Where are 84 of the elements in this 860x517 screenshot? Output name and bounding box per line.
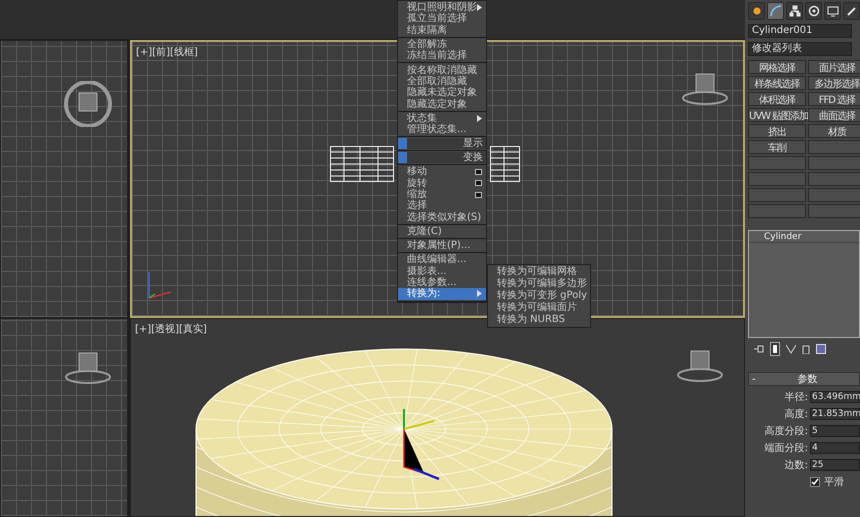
menu-item[interactable]: 隐藏未选定对象	[398, 87, 486, 98]
menu-item[interactable]: 全部取消隐藏	[398, 76, 486, 88]
modifier-button[interactable]: 样条线选择	[748, 76, 806, 90]
parameter-field[interactable]: 25	[810, 458, 860, 470]
panel-tab[interactable]	[748, 2, 765, 20]
menu-item[interactable]: 缩放	[398, 188, 486, 200]
wireframe-drawing	[330, 146, 394, 182]
hierarchy-icon[interactable]	[788, 5, 800, 17]
parameter-field[interactable]: 63.496mm	[810, 390, 860, 402]
modifier-button[interactable]: 体积选择	[748, 92, 806, 106]
panel-tab[interactable]	[805, 2, 822, 20]
parameter-field[interactable]: 4	[810, 442, 860, 454]
parameter-label: 高度:	[784, 408, 808, 420]
parameter-field[interactable]: 5	[810, 424, 860, 436]
caret-icon	[477, 4, 482, 12]
menu-header: 变换	[398, 152, 486, 164]
modifier-button[interactable]: FFD 选择	[808, 92, 860, 106]
settings-box-icon[interactable]	[475, 192, 482, 198]
pin-icon[interactable]	[754, 345, 764, 353]
caret-icon	[477, 114, 482, 122]
menu-item[interactable]: 隐藏选定对象	[398, 98, 486, 110]
settings-box-icon[interactable]	[475, 180, 482, 186]
smooth-checkbox[interactable]	[810, 476, 820, 486]
menu-item[interactable]: 连线参数...	[398, 276, 486, 288]
menu-item[interactable]: 转换为可编辑网格	[488, 266, 590, 278]
circle-icon[interactable]	[808, 5, 820, 17]
viewcube-ring-icon[interactable]	[63, 81, 113, 127]
menu-item[interactable]: 视口照明和阴影	[398, 2, 486, 14]
modifier-button[interactable]: 网格选择	[748, 60, 806, 74]
rollout-title: 参数	[796, 372, 818, 386]
menu-item[interactable]: 全部解冻	[398, 38, 486, 50]
panel-tab[interactable]	[767, 2, 784, 20]
viewport-label[interactable]: [+][透视][真实]	[135, 322, 207, 336]
modifier-button[interactable]: 车削	[748, 140, 806, 154]
menu-item[interactable]: 结束隔离	[398, 24, 486, 36]
parameter-label: 半径:	[784, 390, 808, 404]
menu-item[interactable]: 曲线编辑器...	[398, 254, 486, 266]
menu-item[interactable]: 转换为 NURBS	[488, 314, 590, 326]
menu-item[interactable]: 选择类似对象(S)	[398, 211, 486, 223]
configure-icon[interactable]	[816, 344, 826, 354]
sun-icon[interactable]	[750, 5, 762, 17]
modifier-list-dropdown[interactable]: 修改器列表	[748, 42, 852, 56]
caret-icon	[477, 290, 482, 298]
rollout-header[interactable]: - 参数	[748, 372, 860, 386]
menu-header: 显示	[398, 138, 486, 150]
menu-item[interactable]: 转换为可编辑多边形	[488, 278, 590, 290]
menu-item[interactable]: 摄影表...	[398, 266, 486, 277]
menu-item[interactable]: 管理状态集...	[398, 124, 486, 136]
panel-tab[interactable]	[786, 2, 803, 20]
modifier-button[interactable]: UVW 贴图添加	[748, 108, 806, 122]
menu-item[interactable]: 克隆(C)	[398, 226, 486, 238]
modifier-button[interactable]: 面片选择	[808, 60, 860, 74]
panel-tab[interactable]	[824, 2, 841, 20]
checkbox-label: 平滑	[824, 476, 844, 488]
menu-item[interactable]: 状态集	[398, 112, 486, 124]
menu-item[interactable]: 移动	[398, 166, 486, 178]
panel-tab[interactable]	[843, 2, 860, 20]
parameter-field[interactable]: 21.853mm	[810, 408, 860, 420]
collapse-toggle[interactable]: -	[749, 374, 756, 384]
menu-item[interactable]: 对象属性(P)...	[398, 240, 486, 252]
menu-item[interactable]: 旋转	[398, 178, 486, 189]
parameter-label: 高度分段:	[764, 424, 808, 438]
modifier-button[interactable]: 曲面选择	[808, 108, 860, 122]
modifier-button[interactable]: 材质	[808, 124, 860, 138]
menu-item[interactable]: 转换为:	[398, 288, 486, 300]
menu-item[interactable]: 孤立当前选择	[398, 13, 486, 25]
parameter-label: 边数:	[784, 458, 808, 472]
modifier-button[interactable]: 多边形选择	[808, 76, 860, 90]
object-name-field[interactable]: Cylinder001	[748, 24, 852, 38]
trash-icon[interactable]	[802, 344, 810, 354]
axis-tripod-icon	[147, 270, 173, 300]
settings-box-icon[interactable]	[475, 168, 482, 175]
modifier-button[interactable]: 挤出	[748, 124, 806, 138]
wireframe-drawing	[490, 146, 520, 182]
menu-item[interactable]: 按名称取消隐藏	[398, 64, 486, 76]
viewport-label[interactable]: [+][前][线框]	[136, 45, 198, 59]
monitor-icon[interactable]	[826, 5, 838, 17]
menu-item[interactable]: 选择	[398, 200, 486, 212]
menu-item[interactable]: 转换为可变形 gPoly	[488, 290, 590, 302]
stack-item[interactable]: Cylinder	[749, 231, 859, 243]
menu-item[interactable]: 转换为可编辑面片	[488, 302, 590, 314]
menu-item[interactable]: 冻结当前选择	[398, 50, 486, 62]
parameter-label: 端面分段:	[764, 442, 808, 454]
stack-toggle-icon[interactable]	[770, 342, 780, 356]
